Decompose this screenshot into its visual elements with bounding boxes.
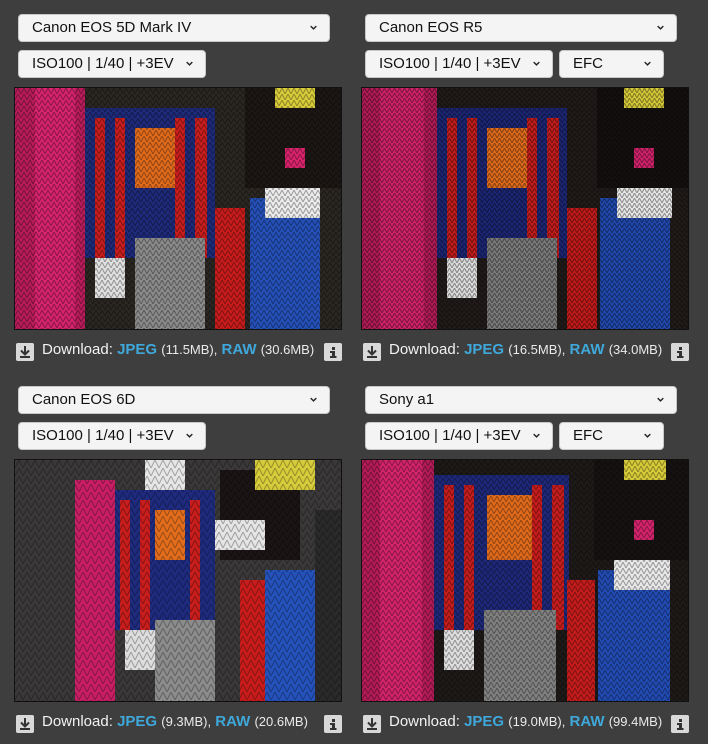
- sample-image: [362, 88, 688, 329]
- chevron-down-icon: [644, 433, 651, 438]
- raw-size: (99.4MB): [608, 714, 663, 729]
- download-icon[interactable]: [363, 343, 381, 361]
- info-icon[interactable]: [324, 715, 342, 733]
- sample-image: [15, 88, 341, 329]
- jpeg-size: (19.0MB),: [508, 714, 566, 729]
- shutter-mode-value: EFC: [573, 427, 603, 444]
- camera-select[interactable]: Canon EOS 5D Mark IV: [18, 14, 330, 42]
- settings-select[interactable]: ISO100 | 1/40 | +3EV: [365, 50, 553, 78]
- raw-link[interactable]: RAW: [222, 341, 257, 358]
- download-icon[interactable]: [16, 715, 34, 733]
- jpeg-size: (16.5MB),: [508, 342, 566, 357]
- download-label: Download:: [42, 341, 113, 358]
- chevron-down-icon: [186, 61, 193, 66]
- shutter-mode-value: EFC: [573, 55, 603, 72]
- download-icon[interactable]: [16, 343, 34, 361]
- jpeg-link[interactable]: JPEG: [117, 713, 157, 730]
- info-icon[interactable]: [671, 343, 689, 361]
- download-row: Download: JPEG (11.5MB), RAW (30.6MB): [14, 340, 344, 362]
- chevron-down-icon: [310, 397, 317, 402]
- shutter-mode-select[interactable]: EFC: [559, 422, 664, 450]
- comparison-panel: Canon EOS R5 ISO100 | 1/40 | +3EV EFC Do…: [361, 14, 691, 380]
- download-label: Download:: [389, 341, 460, 358]
- download-row: Download: JPEG (19.0MB), RAW (99.4MB): [361, 712, 691, 734]
- jpeg-link[interactable]: JPEG: [117, 341, 157, 358]
- settings-select-value: ISO100 | 1/40 | +3EV: [379, 427, 521, 444]
- settings-select-value: ISO100 | 1/40 | +3EV: [32, 427, 174, 444]
- raw-link[interactable]: RAW: [215, 713, 250, 730]
- raw-link[interactable]: RAW: [570, 713, 605, 730]
- download-row: Download: JPEG (9.3MB), RAW (20.6MB): [14, 712, 344, 734]
- raw-size: (30.6MB): [260, 342, 315, 357]
- camera-select[interactable]: Canon EOS R5: [365, 14, 677, 42]
- camera-select-value: Canon EOS R5: [379, 19, 483, 36]
- sample-image-crop[interactable]: [14, 87, 342, 330]
- settings-select-value: ISO100 | 1/40 | +3EV: [379, 55, 521, 72]
- comparison-panel: Canon EOS 5D Mark IV ISO100 | 1/40 | +3E…: [14, 14, 344, 380]
- settings-select-value: ISO100 | 1/40 | +3EV: [32, 55, 174, 72]
- chevron-down-icon: [310, 25, 317, 30]
- sample-image-crop[interactable]: [14, 459, 342, 702]
- sample-image: [15, 460, 341, 701]
- download-text: Download: JPEG (11.5MB), RAW (30.6MB): [42, 341, 314, 358]
- comparison-panel: Sony a1 ISO100 | 1/40 | +3EV EFC Downloa…: [361, 386, 691, 744]
- raw-size: (34.0MB): [608, 342, 663, 357]
- download-label: Download:: [42, 713, 113, 730]
- camera-select-value: Sony a1: [379, 391, 435, 408]
- settings-select[interactable]: ISO100 | 1/40 | +3EV: [18, 50, 206, 78]
- chevron-down-icon: [533, 433, 540, 438]
- jpeg-size: (9.3MB),: [161, 714, 212, 729]
- sample-image-crop[interactable]: [361, 459, 689, 702]
- camera-select-value: Canon EOS 6D: [32, 391, 136, 408]
- comparison-panel: Canon EOS 6D ISO100 | 1/40 | +3EV Downlo…: [14, 386, 344, 744]
- camera-select[interactable]: Canon EOS 6D: [18, 386, 330, 414]
- raw-size: (20.6MB): [254, 714, 308, 729]
- download-label: Download:: [389, 713, 460, 730]
- info-icon[interactable]: [324, 343, 342, 361]
- info-icon[interactable]: [671, 715, 689, 733]
- chevron-down-icon: [644, 61, 651, 66]
- sample-image: [362, 460, 688, 701]
- jpeg-link[interactable]: JPEG: [464, 713, 504, 730]
- chevron-down-icon: [657, 397, 664, 402]
- download-text: Download: JPEG (16.5MB), RAW (34.0MB): [389, 341, 662, 358]
- download-text: Download: JPEG (9.3MB), RAW (20.6MB): [42, 713, 308, 730]
- camera-select-value: Canon EOS 5D Mark IV: [32, 19, 192, 36]
- comparison-grid: Canon EOS 5D Mark IV ISO100 | 1/40 | +3E…: [0, 0, 708, 744]
- settings-select[interactable]: ISO100 | 1/40 | +3EV: [18, 422, 206, 450]
- camera-select[interactable]: Sony a1: [365, 386, 677, 414]
- settings-select[interactable]: ISO100 | 1/40 | +3EV: [365, 422, 553, 450]
- chevron-down-icon: [533, 61, 540, 66]
- jpeg-link[interactable]: JPEG: [464, 341, 504, 358]
- download-icon[interactable]: [363, 715, 381, 733]
- download-text: Download: JPEG (19.0MB), RAW (99.4MB): [389, 713, 662, 730]
- sample-image-crop[interactable]: [361, 87, 689, 330]
- download-row: Download: JPEG (16.5MB), RAW (34.0MB): [361, 340, 691, 362]
- shutter-mode-select[interactable]: EFC: [559, 50, 664, 78]
- raw-link[interactable]: RAW: [570, 341, 605, 358]
- jpeg-size: (11.5MB),: [161, 342, 218, 357]
- chevron-down-icon: [657, 25, 664, 30]
- chevron-down-icon: [186, 433, 193, 438]
